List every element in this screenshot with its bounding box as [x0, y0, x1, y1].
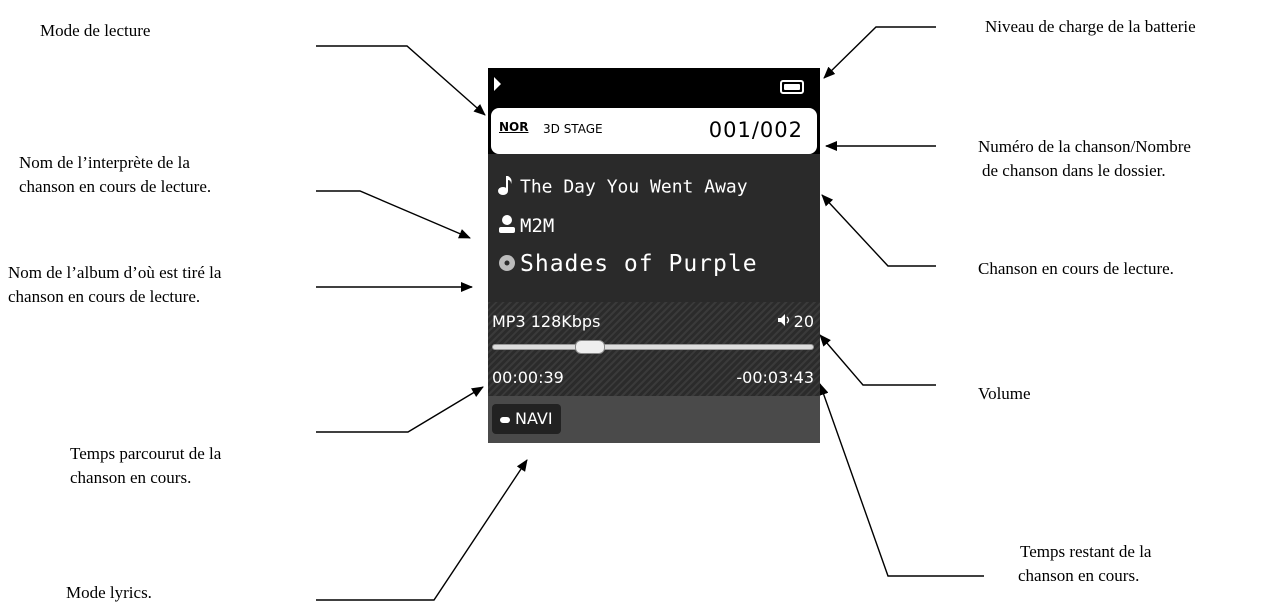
battery-fill [784, 84, 800, 90]
progress-knob[interactable] [575, 340, 606, 354]
song-info-panel: The Day You Went Away M2M Shades of Purp… [488, 154, 820, 302]
info-bar: NOR 3D STAGE 001/002 [491, 108, 817, 154]
track-counter: 001/002 [708, 118, 803, 142]
play-mode-badge: NOR [499, 120, 529, 134]
sound-effect-label: 3D STAGE [543, 122, 603, 136]
arrow-interprete [316, 190, 471, 239]
album-name: Shades of Purple [520, 251, 758, 277]
arrow-mode-lyrics [316, 459, 528, 601]
player-screen: NOR 3D STAGE 001/002 The Day You Went Aw… [488, 68, 820, 443]
status-top-bar [488, 68, 820, 108]
progress-bar[interactable] [492, 344, 814, 350]
person-icon [498, 214, 520, 239]
album-row: Shades of Purple [498, 251, 758, 278]
arrow-volume [819, 334, 936, 386]
arrow-chanson [821, 194, 936, 267]
audio-format: MP3 128Kbps [492, 312, 601, 331]
arrow-temps-parcouru [316, 386, 484, 433]
bottom-bar: NAVI [488, 396, 820, 443]
remaining-time: -00:03:43 [736, 368, 814, 387]
arrow-temps-restant [818, 383, 984, 577]
artist-name: M2M [520, 215, 555, 237]
battery-icon [780, 80, 804, 94]
arrow-batterie [823, 26, 936, 79]
navi-dot-icon [500, 416, 510, 423]
volume-value: 20 [793, 312, 814, 331]
disc-icon [498, 252, 520, 278]
playback-status-panel: MP3 128Kbps 20 00:00:39 -00:03:43 [488, 302, 820, 396]
navi-label: NAVI [515, 409, 553, 428]
volume-indicator: 20 [777, 312, 814, 331]
artist-row: M2M [498, 214, 554, 239]
elapsed-time: 00:00:39 [492, 368, 564, 387]
song-title-row: The Day You Went Away [498, 174, 748, 201]
navi-button[interactable]: NAVI [492, 404, 561, 434]
speaker-icon [777, 312, 791, 331]
arrow-mode-lecture [316, 45, 486, 116]
song-title: The Day You Went Away [520, 176, 748, 198]
play-indicator-icon [494, 77, 501, 91]
music-note-icon [498, 174, 520, 201]
